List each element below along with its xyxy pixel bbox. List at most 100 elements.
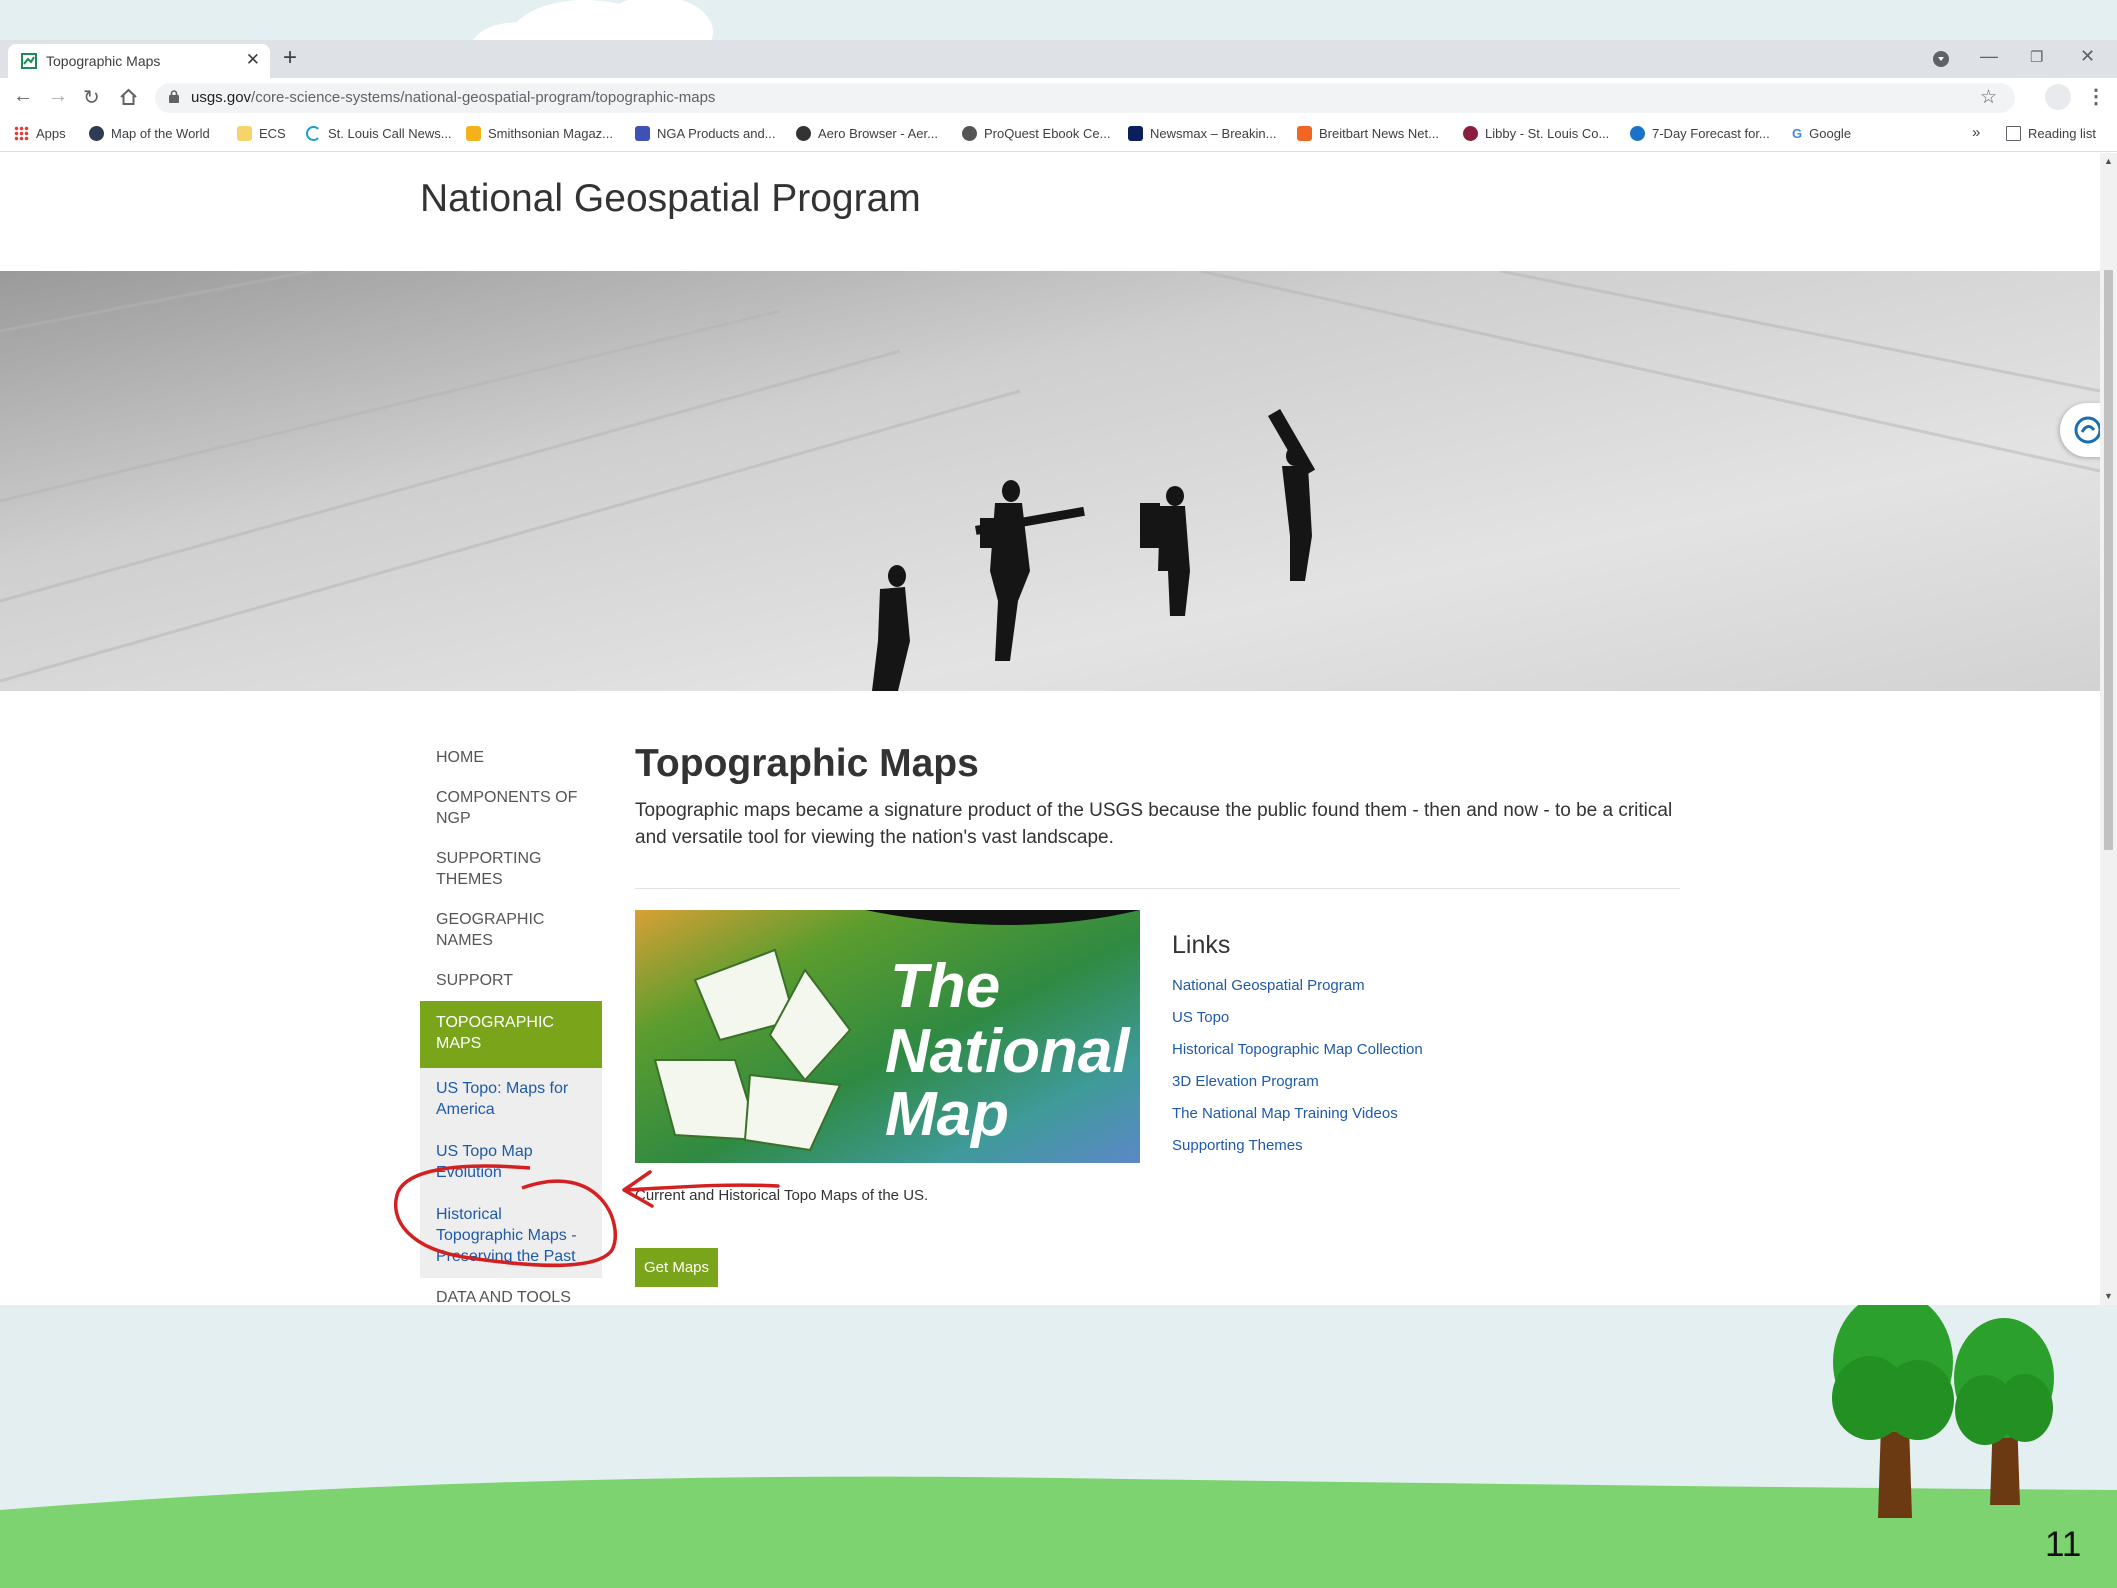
nav-support[interactable]: SUPPORT bbox=[420, 961, 602, 1001]
bookmark-google[interactable]: G Google bbox=[1792, 126, 1851, 141]
bookmark-label: Apps bbox=[36, 126, 66, 141]
apps-grid-icon bbox=[14, 126, 29, 141]
bookmark-aero-browser[interactable]: Aero Browser - Aer... bbox=[796, 126, 938, 141]
the-national-map-image[interactable]: The National Map bbox=[635, 910, 1140, 1163]
breitbart-icon bbox=[1297, 126, 1312, 141]
bookmark-label: St. Louis Call News... bbox=[328, 126, 452, 141]
sun-icon bbox=[466, 126, 481, 141]
nav-geographic-names[interactable]: GEOGRAPHIC NAMES bbox=[420, 900, 602, 961]
close-tab-icon[interactable]: ✕ bbox=[246, 50, 260, 70]
divider bbox=[635, 888, 1680, 889]
folder-icon bbox=[237, 126, 252, 141]
newsmax-icon bbox=[1128, 126, 1143, 141]
green-hill bbox=[0, 1476, 2117, 1588]
url-path: /core-science-systems/national-geospatia… bbox=[251, 89, 716, 106]
account-icon[interactable] bbox=[2045, 84, 2071, 110]
reading-list-icon bbox=[2006, 126, 2021, 141]
url-input[interactable]: usgs.gov/core-science-systems/national-g… bbox=[155, 83, 2015, 113]
bookmark-breitbart[interactable]: Breitbart News Net... bbox=[1297, 126, 1439, 141]
tnm-word-map: Map bbox=[885, 1080, 1009, 1149]
slide-number: 11 bbox=[2045, 1525, 2082, 1564]
address-bar: ← → ↻ usgs.gov/core-science-systems/nati… bbox=[0, 78, 2117, 118]
nav-data-and-tools[interactable]: DATA AND TOOLS bbox=[420, 1278, 602, 1305]
bookmarks-bar: Apps Map of the World ECS St. Louis Call… bbox=[0, 118, 2117, 152]
image-caption: Current and Historical Topo Maps of the … bbox=[635, 1187, 929, 1204]
info-icon bbox=[635, 126, 650, 141]
bookmark-smithsonian[interactable]: Smithsonian Magaz... bbox=[466, 126, 613, 141]
nav-supporting-themes[interactable]: SUPPORTING THEMES bbox=[420, 839, 602, 900]
aero-icon bbox=[796, 126, 811, 141]
nav-submenu: US Topo: Maps for America US Topo Map Ev… bbox=[420, 1068, 602, 1278]
bookmark-map-of-the-world[interactable]: Map of the World bbox=[89, 126, 210, 141]
bookmark-label: Smithsonian Magaz... bbox=[488, 126, 614, 141]
get-maps-button[interactable]: Get Maps bbox=[635, 1248, 718, 1287]
c-logo-icon bbox=[306, 126, 321, 141]
nav-us-topo-maps-for-america[interactable]: US Topo: Maps for America bbox=[420, 1068, 602, 1131]
globe-icon bbox=[962, 126, 977, 141]
bookmark-label: Map of the World bbox=[111, 126, 210, 141]
bookmark-st-louis-call[interactable]: St. Louis Call News... bbox=[306, 126, 452, 141]
new-tab-icon[interactable]: + bbox=[283, 44, 297, 72]
bookmark-newsmax[interactable]: Newsmax – Breakin... bbox=[1128, 126, 1276, 141]
nav-topographic-maps[interactable]: TOPOGRAPHIC MAPS bbox=[420, 1001, 602, 1068]
close-window-icon[interactable]: ✕ bbox=[2080, 46, 2095, 67]
nav-historical-topographic-maps[interactable]: Historical Topographic Maps - Preserving… bbox=[420, 1194, 602, 1278]
reading-list-button[interactable]: Reading list bbox=[2006, 126, 2096, 141]
bookmark-label: NGA Products and... bbox=[657, 126, 776, 141]
site-title: National Geospatial Program bbox=[420, 177, 921, 220]
reload-icon[interactable]: ↻ bbox=[83, 85, 100, 110]
url-host: usgs.gov bbox=[191, 89, 252, 106]
page-lead: Topographic maps became a signature prod… bbox=[635, 800, 1673, 848]
nav-home[interactable]: HOME bbox=[420, 738, 602, 778]
bookmark-label: 7-Day Forecast for... bbox=[1652, 126, 1770, 141]
bookmark-nga-products[interactable]: NGA Products and... bbox=[635, 126, 776, 141]
tab-topographic-maps[interactable]: Topographic Maps ✕ bbox=[8, 44, 270, 78]
link-us-topo[interactable]: US Topo bbox=[1172, 1002, 1423, 1034]
scroll-down-icon[interactable]: ▼ bbox=[2104, 1291, 2113, 1301]
link-historical-topographic-map-collection[interactable]: Historical Topographic Map Collection bbox=[1172, 1034, 1423, 1066]
hero-photo-surveyors bbox=[0, 271, 2100, 691]
bookmark-label: Breitbart News Net... bbox=[1319, 126, 1439, 141]
reading-list-label: Reading list bbox=[2028, 126, 2096, 141]
vertical-scrollbar[interactable]: ▲ ▼ bbox=[2100, 153, 2117, 1305]
tab-title: Topographic Maps bbox=[46, 53, 161, 69]
links-heading: Links bbox=[1172, 931, 1231, 959]
tab-bar: Topographic Maps ✕ + — ❐ ✕ bbox=[0, 40, 2117, 78]
home-icon[interactable] bbox=[119, 88, 138, 106]
bookmark-label: Newsmax – Breakin... bbox=[1150, 126, 1277, 141]
lock-icon bbox=[169, 90, 179, 103]
bookmark-7-day-forecast[interactable]: 7-Day Forecast for... bbox=[1630, 126, 1770, 141]
bookmark-label: Aero Browser - Aer... bbox=[818, 126, 938, 141]
minimize-icon[interactable]: — bbox=[1980, 46, 1998, 67]
tnm-word-national: National bbox=[885, 1017, 1131, 1086]
link-national-geospatial-program[interactable]: National Geospatial Program bbox=[1172, 970, 1423, 1002]
bookmark-libby[interactable]: Libby - St. Louis Co... bbox=[1463, 126, 1609, 141]
tab-search-icon[interactable] bbox=[1933, 51, 1949, 67]
scroll-up-icon[interactable]: ▲ bbox=[2104, 156, 2113, 166]
page-viewport: National Geospatial Program HOME COMPONE… bbox=[0, 153, 2100, 1305]
url-text: usgs.gov/core-science-systems/national-g… bbox=[191, 89, 715, 106]
bookmark-label: ProQuest Ebook Ce... bbox=[984, 126, 1111, 141]
scrollbar-thumb[interactable] bbox=[2104, 270, 2113, 850]
links-panel: Links National Geospatial Program US Top… bbox=[1172, 931, 1423, 1162]
side-navigation: HOME COMPONENTS OF NGP SUPPORTING THEMES… bbox=[420, 738, 602, 1305]
link-3d-elevation-program[interactable]: 3D Elevation Program bbox=[1172, 1066, 1423, 1098]
bookmark-apps[interactable]: Apps bbox=[14, 126, 66, 141]
usgs-favicon-icon bbox=[21, 53, 37, 69]
page-title: Topographic Maps bbox=[635, 742, 979, 785]
forward-arrow-icon[interactable]: → bbox=[48, 85, 68, 108]
back-arrow-icon[interactable]: ← bbox=[13, 85, 33, 108]
nav-components-of-ngp[interactable]: COMPONENTS OF NGP bbox=[420, 778, 602, 839]
noaa-icon bbox=[1630, 126, 1645, 141]
bookmark-star-icon[interactable]: ☆ bbox=[1980, 86, 1997, 109]
kebab-menu-icon[interactable]: ⋮ bbox=[2086, 84, 2106, 109]
link-national-map-training-videos[interactable]: The National Map Training Videos bbox=[1172, 1098, 1423, 1130]
bookmark-ecs[interactable]: ECS bbox=[237, 126, 286, 141]
bookmark-label: Libby - St. Louis Co... bbox=[1485, 126, 1610, 141]
link-supporting-themes[interactable]: Supporting Themes bbox=[1172, 1130, 1423, 1162]
restore-icon[interactable]: ❐ bbox=[2030, 48, 2043, 66]
google-icon: G bbox=[1792, 126, 1803, 141]
more-bookmarks-icon[interactable]: » bbox=[1972, 124, 1980, 141]
bookmark-proquest[interactable]: ProQuest Ebook Ce... bbox=[962, 126, 1110, 141]
nav-us-topo-map-evolution[interactable]: US Topo Map Evolution bbox=[420, 1131, 602, 1194]
